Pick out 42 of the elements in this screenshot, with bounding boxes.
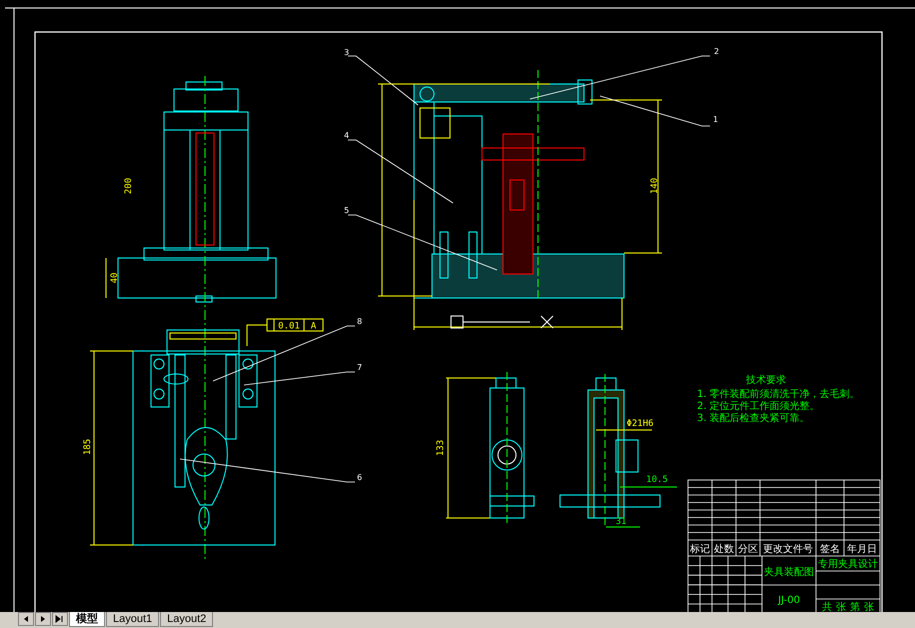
dimension-label: Φ21H6 [626, 419, 654, 429]
layout-tab[interactable]: 模型 [69, 612, 105, 627]
dimension-label: 200 [124, 178, 134, 194]
title-block-header: 签名 [820, 544, 840, 555]
note-line: 3. 装配后检查夹紧可靠。 [697, 413, 810, 424]
notes-title: 技术要求 [746, 375, 786, 386]
dimension-label: 140 [650, 178, 660, 194]
leader-line [348, 56, 418, 106]
next-tab-icon[interactable] [35, 612, 51, 626]
sheet-label: 张 [836, 602, 846, 612]
title-block-header: 分区 [738, 544, 758, 555]
sheet-label: 第 [850, 602, 860, 612]
last-tab-icon[interactable] [52, 612, 68, 626]
balloon-number: 2 [714, 47, 720, 56]
balloon-number: 7 [357, 363, 362, 372]
note-line: 2. 定位元件工作面须光整。 [697, 401, 820, 412]
title-block-header: 标记 [690, 544, 710, 555]
balloon-number: 3 [344, 48, 350, 57]
dimension-label: 133 [436, 440, 446, 456]
sheet-label: 张 [864, 602, 874, 612]
tolerance-value: 0.01 [278, 322, 300, 332]
balloon-number: 4 [344, 131, 350, 140]
drawing-code: JJ-00 [778, 595, 800, 606]
dimension-label: 31 [616, 517, 626, 527]
title-block-header: 年月日 [847, 544, 877, 555]
school-name: 专用夹具设计 [818, 559, 878, 570]
note-line: 1. 零件装配前须清洗干净，去毛刺。 [697, 389, 860, 400]
first-tab-icon[interactable] [18, 612, 34, 626]
title-block-header: 处数 [714, 544, 734, 555]
layout-tab[interactable]: Layout1 [106, 612, 160, 627]
dimension-label: 185 [83, 438, 93, 456]
balloon-number: 8 [357, 317, 362, 326]
title-block-header: 更改文件号 [763, 544, 813, 555]
drawing-name: 夹具装配图 [764, 567, 814, 578]
sheet-label: 共 [822, 602, 832, 612]
layout-tab[interactable]: Layout2 [160, 612, 214, 627]
balloon-number: 6 [357, 473, 362, 482]
dimension-label: 10.5 [646, 475, 668, 485]
datum-label: A [310, 322, 316, 332]
balloon-number: 1 [713, 115, 718, 124]
dimension-label: 40 [110, 272, 120, 284]
balloon-number: 5 [344, 206, 350, 215]
